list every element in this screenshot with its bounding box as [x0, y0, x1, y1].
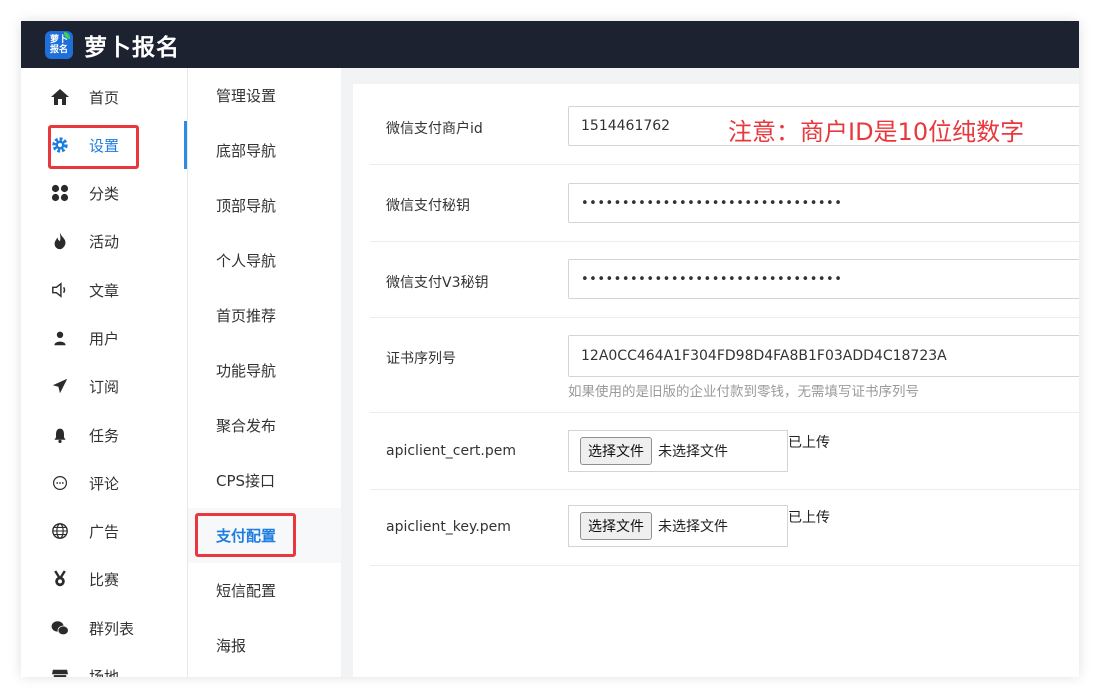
form-row-serial: 证书序列号 12A0CC464A1F304FD98D4FA8B1F03ADD4C…: [370, 318, 1079, 413]
secret-input[interactable]: ••••••••••••••••••••••••••••••••: [568, 183, 1079, 223]
key-label: apiclient_key.pem: [386, 519, 511, 535]
app-title: 萝卜报名: [84, 34, 180, 61]
merchant-id-annotation: 注意：商户ID是10位纯数字: [728, 118, 1025, 146]
sidebar-item-label: 订阅: [89, 377, 120, 396]
user-icon: [49, 327, 71, 349]
fire-icon: [49, 230, 71, 252]
subnav-item-label: 聚合发布: [216, 417, 277, 435]
comment-icon: [49, 472, 71, 494]
sidebar-item-label: 比赛: [89, 570, 120, 589]
sidebar-item-label: 分类: [89, 184, 120, 203]
medal-icon: [49, 568, 71, 590]
logo-text-bottom: 报名: [49, 44, 68, 55]
key-filename: 未选择文件: [658, 519, 728, 535]
subnav-item-label: 功能导航: [216, 362, 277, 380]
sidebar-item-label: 任务: [89, 426, 120, 445]
key-file-input[interactable]: 选择文件 未选择文件: [568, 505, 788, 547]
v3-secret-input[interactable]: ••••••••••••••••••••••••••••••••: [568, 259, 1079, 299]
sidebar-item-label: 用户: [89, 329, 120, 348]
subnav-item-aggregate-publish[interactable]: 聚合发布: [188, 398, 341, 453]
subnav-item-label: 支付配置: [216, 527, 277, 545]
v3-secret-label: 微信支付V3秘钥: [386, 275, 489, 291]
globe-icon: [49, 520, 71, 542]
sidebar-item-groups[interactable]: 群列表: [21, 604, 187, 652]
sidebar-item-ads[interactable]: 广告: [21, 507, 187, 555]
sidebar: 首页 设置 分类 活动 文章 用户 订阅 任务 评论 广告 比赛 群列表 场地: [21, 68, 188, 677]
sidebar-item-label: 活动: [89, 232, 120, 251]
sidebar-item-task[interactable]: 任务: [21, 411, 187, 459]
subnav-item-function-nav[interactable]: 功能导航: [188, 343, 341, 398]
serial-input[interactable]: 12A0CC464A1F304FD98D4FA8B1F03ADD4C18723A: [568, 335, 1079, 377]
serial-hint: 如果使用的是旧版的企业付款到零钱，无需填写证书序列号: [568, 384, 919, 400]
subnav-item-label: 短信配置: [216, 582, 277, 600]
sidebar-item-settings[interactable]: 设置: [21, 121, 187, 169]
store-icon: [49, 665, 71, 677]
cert-choose-file-button[interactable]: 选择文件: [580, 437, 652, 465]
bell-icon: [49, 424, 71, 446]
form-row-v3-secret: 微信支付V3秘钥 •••••••••••••••••••••••••••••••…: [370, 242, 1079, 318]
sidebar-item-comment[interactable]: 评论: [21, 459, 187, 507]
subnav-item-payment[interactable]: 支付配置: [188, 508, 341, 563]
sidebar-item-venue[interactable]: 场地: [21, 652, 187, 677]
cert-file-input[interactable]: 选择文件 未选择文件: [568, 430, 788, 472]
subnav-item-label: 个人导航: [216, 252, 277, 270]
subnav-item-label: 管理设置: [216, 87, 277, 105]
app-window: 萝卜 报名 萝卜报名 首页 设置 分类 活动 文章 用户 订阅 任务 评论 广告…: [21, 21, 1079, 677]
speaker-icon: [49, 279, 71, 301]
app-logo: 萝卜 报名: [45, 30, 73, 59]
sidebar-item-subscribe[interactable]: 订阅: [21, 362, 187, 410]
subnav-item-label: 海报: [216, 637, 247, 655]
sidebar-item-contest[interactable]: 比赛: [21, 555, 187, 603]
key-choose-file-button[interactable]: 选择文件: [580, 512, 652, 540]
subnav-item-label: CPS接口: [216, 472, 276, 490]
home-icon: [49, 86, 71, 108]
subnav-item-label: 首页推荐: [216, 307, 277, 325]
wechat-icon: [49, 617, 71, 639]
sidebar-item-label: 设置: [89, 136, 120, 155]
cert-label: apiclient_cert.pem: [386, 443, 516, 459]
sidebar-item-user[interactable]: 用户: [21, 314, 187, 362]
subnav-item-label: 底部导航: [216, 142, 277, 160]
sidebar-item-label: 文章: [89, 281, 120, 300]
sidebar-item-label: 场地: [89, 667, 120, 678]
form-row-secret: 微信支付秘钥 ••••••••••••••••••••••••••••••••: [370, 165, 1079, 242]
sidebar-item-activity[interactable]: 活动: [21, 217, 187, 265]
subnav-item-personal-nav[interactable]: 个人导航: [188, 233, 341, 288]
gear-icon: [49, 134, 71, 156]
payment-config-form: 微信支付商户id 1514461762 注意：商户ID是10位纯数字 微信支付秘…: [353, 84, 1079, 677]
sidebar-item-home[interactable]: 首页: [21, 73, 187, 121]
form-row-key: apiclient_key.pem 选择文件 未选择文件 已上传: [370, 490, 1079, 566]
top-bar: 萝卜 报名 萝卜报名: [21, 21, 1079, 68]
subnav-item-poster[interactable]: 海报: [188, 618, 341, 673]
subnav-item-label: 顶部导航: [216, 197, 277, 215]
sidebar-item-label: 群列表: [89, 619, 135, 638]
send-icon: [49, 375, 71, 397]
category-icon: [49, 182, 71, 204]
subnav-item-sms[interactable]: 短信配置: [188, 563, 341, 618]
sidebar-item-label: 评论: [89, 474, 120, 493]
serial-label: 证书序列号: [386, 351, 456, 367]
subnav-item-cps[interactable]: CPS接口: [188, 453, 341, 508]
subnav-item-top-nav[interactable]: 顶部导航: [188, 178, 341, 233]
merchant-id-label: 微信支付商户id: [386, 121, 483, 137]
key-upload-status: 已上传: [788, 510, 830, 526]
sidebar-item-article[interactable]: 文章: [21, 266, 187, 314]
sidebar-item-label: 广告: [89, 522, 120, 541]
secret-label: 微信支付秘钥: [386, 198, 470, 214]
form-row-merchant-id: 微信支付商户id 1514461762 注意：商户ID是10位纯数字: [370, 84, 1079, 165]
cert-upload-status: 已上传: [788, 435, 830, 451]
sidebar-item-label: 首页: [89, 88, 120, 107]
settings-subnav: 管理设置 底部导航 顶部导航 个人导航 首页推荐 功能导航 聚合发布 CPS接口…: [188, 68, 341, 677]
subnav-item-admin[interactable]: 管理设置: [188, 68, 341, 123]
sidebar-item-category[interactable]: 分类: [21, 169, 187, 217]
form-row-cert: apiclient_cert.pem 选择文件 未选择文件 已上传: [370, 413, 1079, 490]
subnav-item-home-recommend[interactable]: 首页推荐: [188, 288, 341, 343]
subnav-item-bottom-nav[interactable]: 底部导航: [188, 123, 341, 178]
cert-filename: 未选择文件: [658, 444, 728, 460]
